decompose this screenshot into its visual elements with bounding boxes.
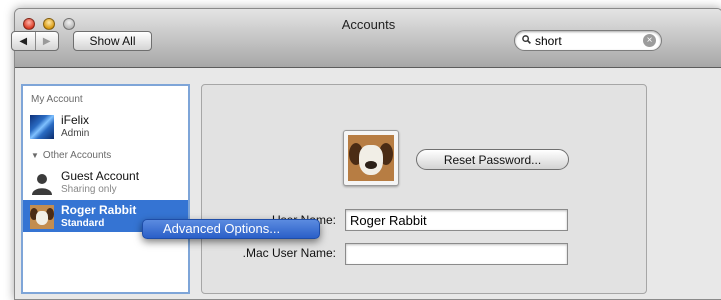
clear-search-icon[interactable]: × <box>643 34 656 47</box>
account-guest[interactable]: Guest Account Sharing only <box>23 166 188 198</box>
account-name: iFelix <box>61 113 90 127</box>
other-accounts-header[interactable]: ▼ Other Accounts <box>31 150 111 161</box>
account-role: Admin <box>61 128 90 139</box>
account-role: Sharing only <box>61 184 117 195</box>
roger-rabbit-avatar <box>30 205 54 229</box>
forward-arrow-icon[interactable]: ▶ <box>34 32 59 50</box>
account-name: Roger Rabbit <box>61 203 137 217</box>
back-arrow-icon[interactable]: ◀ <box>12 32 35 50</box>
advanced-options-menu-item[interactable]: Advanced Options... <box>142 219 320 239</box>
search-input[interactable] <box>535 33 635 48</box>
ifelix-avatar <box>30 115 54 139</box>
disclosure-triangle-icon[interactable]: ▼ <box>31 151 39 160</box>
user-picture <box>348 135 394 181</box>
user-name-field[interactable] <box>345 209 568 231</box>
search-icon <box>522 35 531 44</box>
mac-user-name-field[interactable] <box>345 243 568 265</box>
search-field: × <box>514 30 662 51</box>
show-all-button[interactable]: Show All <box>73 31 152 51</box>
user-picture-well[interactable] <box>343 130 399 186</box>
account-name: Guest Account <box>61 169 140 183</box>
mac-user-name-label: .Mac User Name: <box>242 246 336 260</box>
reset-password-button[interactable]: Reset Password... <box>416 149 569 170</box>
accounts-list: My Account iFelix Admin ▼ Other Accounts … <box>21 84 190 294</box>
account-ifelix[interactable]: iFelix Admin <box>23 110 188 142</box>
other-accounts-label: Other Accounts <box>42 150 112 161</box>
my-account-header: My Account <box>31 94 83 105</box>
back-forward-control: ◀ ▶ <box>11 31 59 51</box>
account-role: Standard <box>61 218 105 229</box>
guest-user-icon <box>32 174 52 195</box>
